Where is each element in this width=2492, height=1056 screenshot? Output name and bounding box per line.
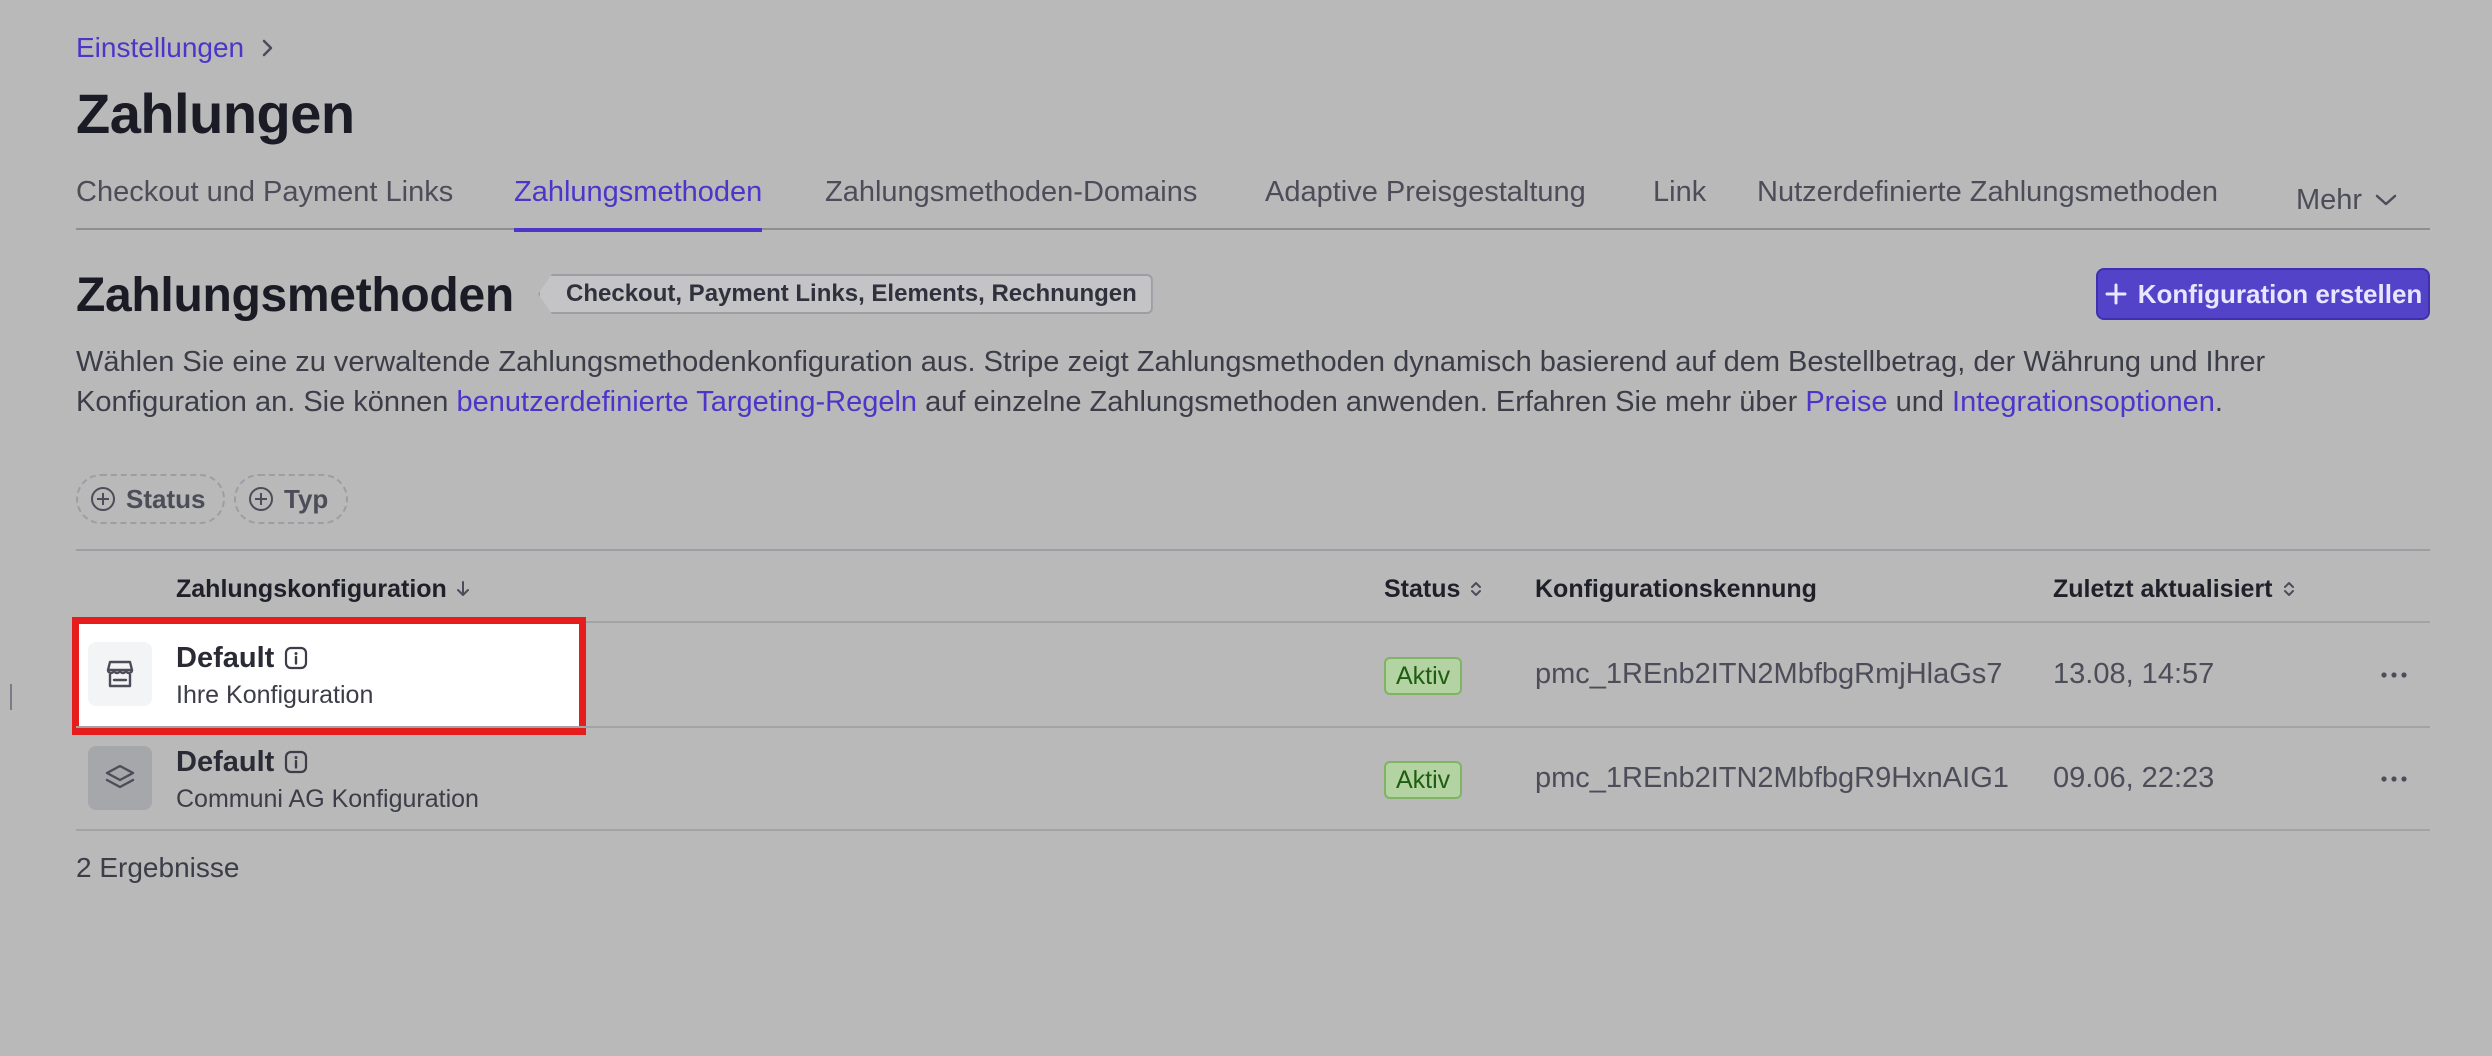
description-text: auf einzelne Zahlungsmethoden anwenden. … (917, 386, 1806, 418)
targeting-rules-link[interactable]: benutzerdefinierte Targeting-Regeln (457, 386, 918, 418)
settings-tabs: Checkout und Payment Links Zahlungsmetho… (76, 170, 2430, 232)
column-header-identifier: Konfigurationskennung (1535, 572, 1817, 606)
create-configuration-label: Konfiguration erstellen (2137, 278, 2423, 309)
tab-adaptive-pricing[interactable]: Adaptive Preisgestaltung (1265, 170, 1586, 230)
filter-status-label: Status (126, 483, 206, 514)
description-text: . (2214, 386, 2223, 418)
description-text: und (1887, 386, 1953, 418)
scope-badge: Checkout, Payment Links, Elements, Rechn… (538, 274, 1153, 314)
column-header-label: Status (1384, 575, 1461, 603)
configuration-id: pmc_1REnb2ITN2MbfbgR9HxnAIG1 (1535, 762, 2009, 794)
storefront-icon (88, 642, 152, 706)
breadcrumb: Einstellungen (76, 30, 276, 66)
table-row[interactable]: Default Communi AG Konfiguration Aktiv p… (76, 727, 2430, 829)
table-top-divider (76, 549, 2430, 551)
section-title: Zahlungsmethoden (76, 269, 514, 322)
tab-checkout-payment-links[interactable]: Checkout und Payment Links (76, 170, 453, 230)
status-badge: Aktiv (1384, 657, 1463, 695)
column-header-updated[interactable]: Zuletzt aktualisiert (2053, 572, 2297, 606)
column-header-label: Zahlungskonfiguration (176, 575, 447, 603)
tab-custom-payment-methods[interactable]: Nutzerdefinierte Zahlungsmethoden (1757, 170, 2218, 230)
column-header-label: Zuletzt aktualisiert (2053, 575, 2273, 603)
pricing-link[interactable]: Preise (1805, 386, 1887, 418)
more-actions-icon[interactable] (2377, 762, 2411, 796)
row-name[interactable]: Default (176, 744, 308, 780)
sort-icon (1471, 582, 1482, 596)
layers-icon (88, 746, 152, 810)
ellipsis-icon (2381, 672, 2407, 678)
tab-payment-methods[interactable]: Zahlungsmethoden (514, 170, 763, 232)
column-header-configuration[interactable]: Zahlungskonfiguration (176, 572, 471, 606)
table-row[interactable]: Default Ihre Konfiguration Aktiv pmc_1RE… (76, 623, 2430, 725)
edge-indicator (10, 684, 12, 710)
row-name-label: Default (176, 642, 275, 674)
tab-more[interactable]: Mehr (2296, 170, 2398, 230)
plus-icon (2105, 283, 2127, 305)
info-icon[interactable] (284, 646, 308, 670)
filter-status-chip[interactable]: Status (76, 474, 226, 524)
last-updated: 13.08, 14:57 (2053, 658, 2215, 690)
results-count: 2 Ergebnisse (76, 852, 240, 883)
payments-settings-page: Einstellungen Zahlungen Checkout und Pay… (0, 0, 2492, 1056)
more-actions-icon[interactable] (2377, 658, 2411, 692)
row-name[interactable]: Default (176, 640, 308, 676)
arrow-down-icon (456, 581, 469, 596)
circle-plus-icon (249, 487, 273, 511)
column-header-label: Konfigurationskennung (1535, 575, 1817, 603)
layers-icon-glyph (105, 764, 135, 789)
page-title: Zahlungen (76, 82, 355, 145)
storefront-icon-glyph (106, 660, 134, 688)
column-header-status[interactable]: Status (1384, 572, 1484, 606)
last-updated: 09.06, 22:23 (2053, 762, 2215, 794)
ellipsis-icon (2381, 776, 2407, 782)
tab-more-label: Mehr (2296, 184, 2363, 216)
filter-type-chip[interactable]: Typ (234, 474, 349, 524)
filter-type-label: Typ (284, 483, 329, 514)
integration-options-link[interactable]: Integrationsoptionen (1952, 386, 2215, 418)
section-description: Wählen Sie eine zu verwaltende Zahlungsm… (76, 342, 2436, 422)
row-name-label: Default (176, 746, 275, 778)
row-subtitle: Ihre Konfiguration (176, 681, 374, 709)
table-divider (76, 829, 2430, 831)
breadcrumb-settings-link[interactable]: Einstellungen (76, 30, 244, 66)
row-subtitle: Communi AG Konfiguration (176, 785, 479, 813)
chevron-down-icon (2375, 194, 2397, 206)
tab-payment-method-domains[interactable]: Zahlungsmethoden-Domains (825, 170, 1197, 230)
sort-icon (2283, 582, 2294, 596)
tab-link[interactable]: Link (1653, 170, 1706, 230)
status-badge: Aktiv (1384, 761, 1463, 799)
configuration-id: pmc_1REnb2ITN2MbfbgRmjHlaGs7 (1535, 658, 2003, 690)
info-icon[interactable] (284, 750, 308, 774)
create-configuration-button[interactable]: Konfiguration erstellen (2096, 268, 2430, 320)
circle-plus-icon (91, 487, 115, 511)
chevron-right-icon (262, 39, 273, 57)
